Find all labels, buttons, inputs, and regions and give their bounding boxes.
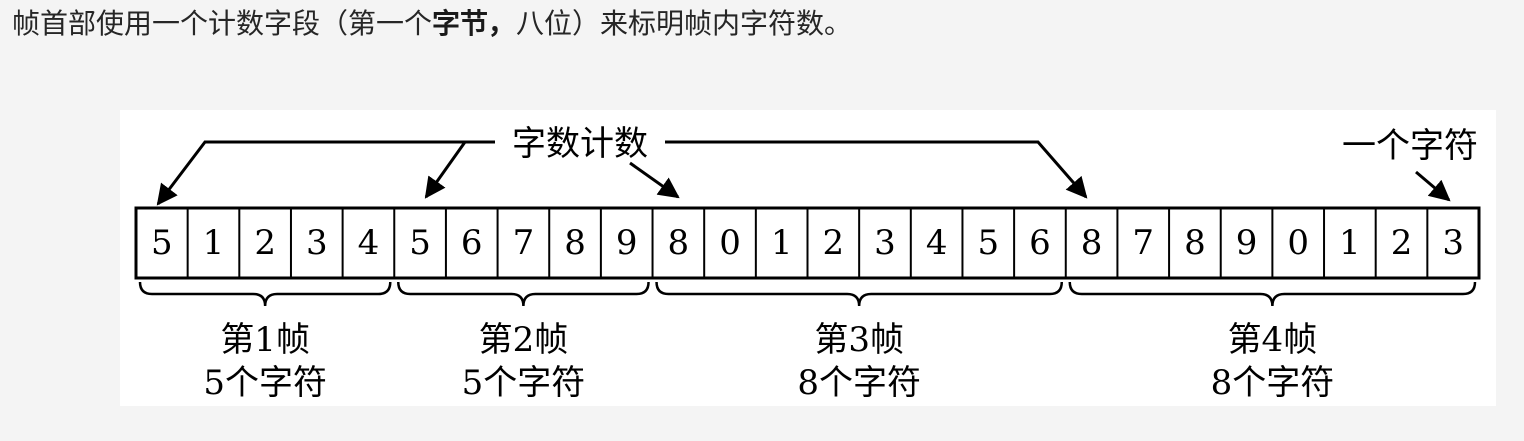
intro-text: 帧首部使用一个计数字段（第一个字节，八位）来标明帧内字符数。 (12, 2, 852, 46)
cell-value: 3 (1442, 223, 1464, 263)
cell-value: 8 (1184, 223, 1206, 263)
cell-value: 8 (564, 223, 586, 263)
intro-text-after: 八位）来标明帧内字符数。 (516, 7, 853, 40)
cell-value: 6 (1029, 223, 1051, 263)
cell-value: 3 (874, 223, 896, 263)
frame-title: 第1帧 (220, 320, 310, 360)
cell-value: 4 (926, 223, 948, 263)
frame-title: 第3帧 (814, 320, 904, 360)
frame-braces: 第1帧5个字符第2帧5个字符第3帧8个字符第4帧8个字符 (138, 281, 1477, 403)
cell-value: 8 (1081, 223, 1103, 263)
intro-text-before: 帧首部使用一个计数字段（第一个 (12, 7, 433, 40)
frame-char-count: 5个字符 (203, 363, 327, 403)
count-label: 字数计数 (512, 124, 648, 164)
diagram-canvas: 51234567898012345687890123 字数计数 一个字符 第1帧… (134, 124, 1481, 403)
cell-value: 1 (1339, 223, 1361, 263)
cell-value: 9 (1236, 223, 1258, 263)
cell-value: 0 (719, 223, 741, 263)
character-cells: 51234567898012345687890123 (134, 206, 1481, 280)
frame-brace (397, 281, 650, 307)
cell-value: 1 (203, 223, 225, 263)
cell-value: 1 (771, 223, 793, 263)
cell-value: 2 (1391, 223, 1413, 263)
count-arrow-frame3 (629, 161, 680, 199)
cell-value: 5 (151, 223, 173, 263)
cell-value: 2 (254, 223, 276, 263)
frame-title: 第2帧 (479, 320, 569, 360)
frame-char-count: 8个字符 (1211, 363, 1335, 403)
count-annotation: 字数计数 (156, 124, 1088, 206)
cell-value: 7 (513, 223, 535, 263)
cell-value: 4 (358, 223, 380, 263)
cell-value: 0 (1287, 223, 1309, 263)
char-annotation: 一个字符 (1342, 126, 1478, 202)
frame-brace (138, 281, 392, 307)
frame-brace (1068, 281, 1477, 307)
frame-char-count: 8个字符 (797, 363, 921, 403)
count-arrow-frame2 (424, 141, 467, 199)
count-arrow-frame4 (665, 140, 1088, 199)
char-label: 一个字符 (1342, 126, 1478, 166)
character-count-diagram: 51234567898012345687890123 字数计数 一个字符 第1帧… (120, 110, 1496, 406)
cell-value: 6 (461, 223, 483, 263)
frame-char-count: 5个字符 (462, 363, 586, 403)
cell-value: 2 (823, 223, 845, 263)
intro-text-bold: 字节， (432, 7, 517, 40)
char-arrow (1415, 170, 1451, 202)
frame-title: 第4帧 (1228, 320, 1318, 360)
cell-value: 8 (668, 223, 690, 263)
cell-value: 3 (306, 223, 328, 263)
frame-brace (655, 281, 1064, 307)
cell-value: 9 (616, 223, 638, 263)
cell-value: 7 (1132, 223, 1154, 263)
cell-value: 5 (409, 223, 431, 263)
cell-value: 5 (977, 223, 999, 263)
